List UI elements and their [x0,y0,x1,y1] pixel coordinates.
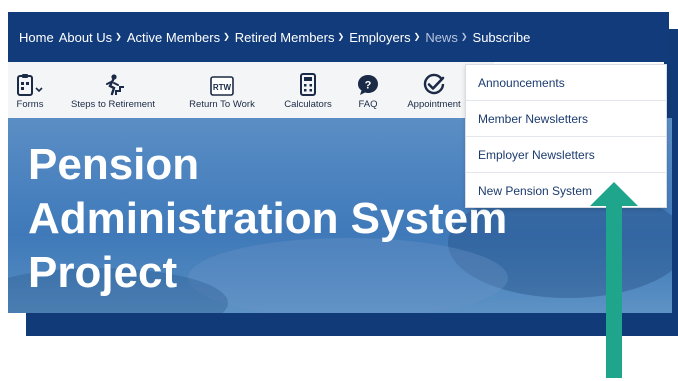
arrow-shape [590,182,638,378]
pointer-arrow-icon [590,182,638,378]
